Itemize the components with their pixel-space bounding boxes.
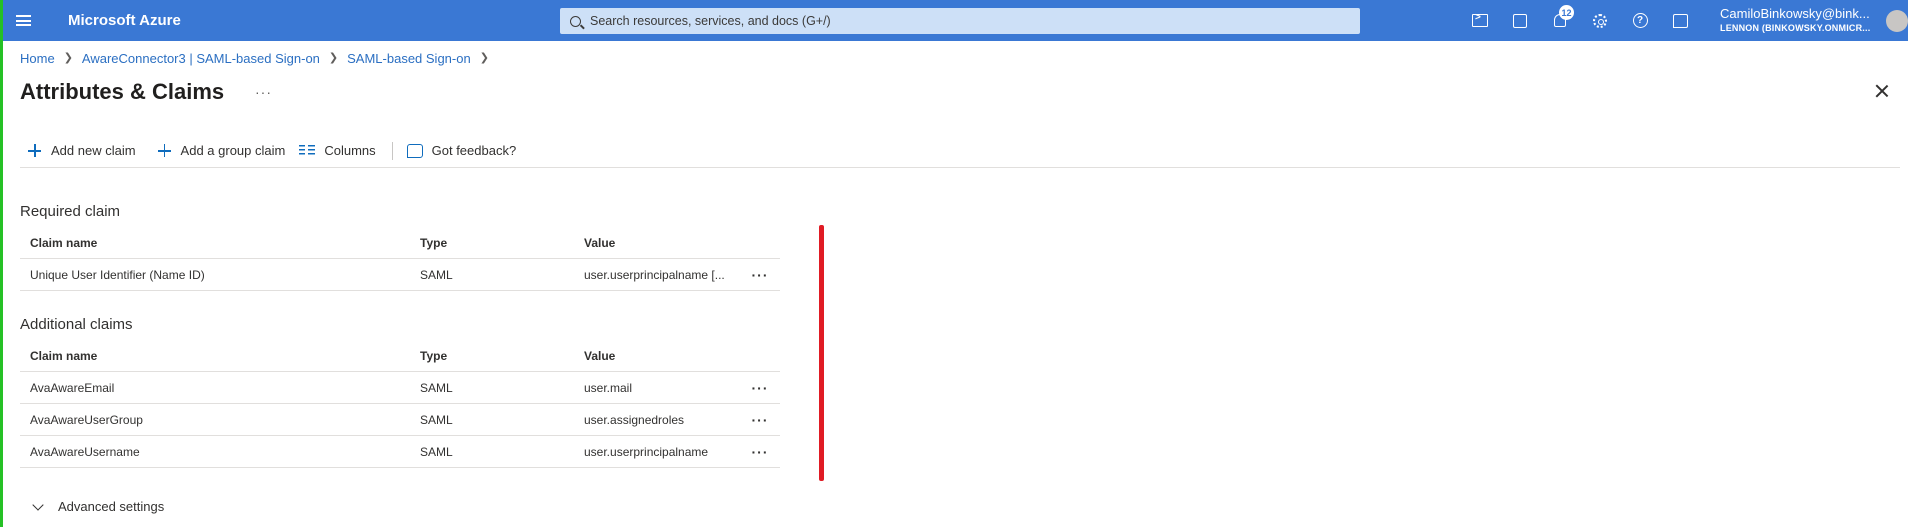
chevron-down-icon: [32, 498, 44, 511]
row-more-icon[interactable]: ···: [740, 444, 780, 460]
avatar[interactable]: [1886, 10, 1908, 32]
header-value: Value: [584, 235, 616, 250]
account-menu[interactable]: CamiloBinkowsky@bink... LENNON (BINKOWSK…: [1720, 6, 1900, 33]
feedback-label: Got feedback?: [431, 143, 517, 158]
additional-claims-table: Claim name Type Value AvaAwareEmail SAML…: [20, 340, 780, 468]
header-value: Value: [584, 348, 616, 363]
claim-value: user.userprincipalname: [584, 444, 709, 459]
row-more-icon[interactable]: ···: [740, 412, 780, 428]
claim-value: user.assignedroles: [584, 412, 685, 427]
additional-claims-heading: Additional claims: [20, 316, 133, 333]
claim-value: user.mail: [584, 380, 633, 395]
columns-button[interactable]: Columns: [299, 143, 376, 158]
table-header: Claim name Type Value: [20, 227, 780, 259]
top-navigation-bar: Microsoft Azure Search resources, servic…: [0, 0, 1908, 41]
feedback-icon[interactable]: [1660, 0, 1700, 41]
claim-name: AvaAwareUsername: [30, 444, 140, 459]
add-new-claim-label: Add new claim: [51, 143, 136, 158]
page-title: Attributes & Claims: [20, 79, 225, 104]
brand-title[interactable]: Microsoft Azure: [68, 12, 558, 29]
feedback-button[interactable]: Got feedback?: [406, 143, 517, 158]
chevron-right-icon: ❯: [63, 52, 73, 64]
advanced-settings-toggle[interactable]: Advanced settings: [30, 498, 165, 514]
notification-count-badge: 12: [1559, 5, 1574, 20]
search-placeholder: Search resources, services, and docs (G+…: [590, 14, 831, 28]
breadcrumb-home[interactable]: Home: [20, 51, 55, 66]
plus-icon: [28, 144, 41, 157]
red-annotation-marker: [819, 225, 824, 481]
columns-icon: [299, 145, 316, 156]
hamburger-menu-icon[interactable]: [0, 0, 46, 41]
row-more-icon[interactable]: ···: [740, 267, 780, 283]
claim-name: AvaAwareUserGroup: [30, 412, 143, 427]
plus-icon: [157, 144, 171, 157]
search-input[interactable]: Search resources, services, and docs (G+…: [560, 8, 1360, 34]
claim-type: SAML: [420, 267, 453, 282]
table-row[interactable]: AvaAwareUserGroup SAML user.assignedrole…: [20, 404, 780, 436]
command-bar: Add new claim Add a group claim Columns …: [20, 140, 1900, 168]
add-new-claim-button[interactable]: Add new claim: [20, 143, 136, 158]
feedback-person-icon: [406, 143, 423, 158]
more-options-icon[interactable]: ···: [255, 84, 272, 100]
table-row[interactable]: AvaAwareEmail SAML user.mail ···: [20, 372, 780, 404]
breadcrumb: Home ❯ AwareConnector3 | SAML-based Sign…: [20, 51, 498, 66]
chevron-right-icon: ❯: [328, 52, 339, 64]
breadcrumb-app[interactable]: AwareConnector3 | SAML-based Sign-on: [82, 51, 320, 66]
add-group-claim-label: Add a group claim: [180, 143, 286, 158]
table-header: Claim name Type Value: [20, 340, 780, 372]
header-type: Type: [420, 235, 448, 250]
account-directory: LENNON (BINKOWSKY.ONMICR...: [1720, 23, 1871, 33]
claim-name: AvaAwareEmail: [30, 380, 115, 395]
left-accent-bar: [0, 0, 3, 527]
top-icon-group: 12 ?: [1460, 0, 1700, 41]
settings-gear-icon[interactable]: [1580, 0, 1620, 41]
cloud-shell-icon[interactable]: [1460, 0, 1500, 41]
notifications-bell-icon[interactable]: 12: [1540, 0, 1580, 41]
row-more-icon[interactable]: ···: [740, 380, 780, 396]
close-icon[interactable]: [1874, 83, 1890, 99]
claim-name: Unique User Identifier (Name ID): [30, 267, 205, 282]
claim-type: SAML: [420, 380, 453, 395]
chevron-right-icon: ❯: [479, 52, 489, 64]
header-claim-name: Claim name: [30, 348, 98, 363]
directory-filter-icon[interactable]: [1500, 0, 1540, 41]
columns-label: Columns: [324, 143, 376, 158]
claim-value: user.userprincipalname [...: [584, 267, 725, 282]
header-claim-name: Claim name: [30, 235, 98, 250]
add-group-claim-button[interactable]: Add a group claim: [150, 143, 286, 158]
header-type: Type: [420, 348, 448, 363]
search-icon: [570, 15, 581, 27]
claim-type: SAML: [420, 412, 453, 427]
help-icon[interactable]: ?: [1620, 0, 1660, 41]
required-claim-table: Claim name Type Value Unique User Identi…: [20, 227, 780, 291]
table-row[interactable]: Unique User Identifier (Name ID) SAML us…: [20, 259, 780, 291]
table-row[interactable]: AvaAwareUsername SAML user.userprincipal…: [20, 436, 780, 468]
breadcrumb-saml[interactable]: SAML-based Sign-on: [347, 51, 471, 66]
account-name: CamiloBinkowsky@bink...: [1720, 6, 1870, 21]
toolbar-divider: [391, 141, 393, 160]
advanced-settings-label: Advanced settings: [58, 499, 165, 514]
required-claim-heading: Required claim: [20, 203, 121, 220]
claim-type: SAML: [420, 444, 453, 459]
